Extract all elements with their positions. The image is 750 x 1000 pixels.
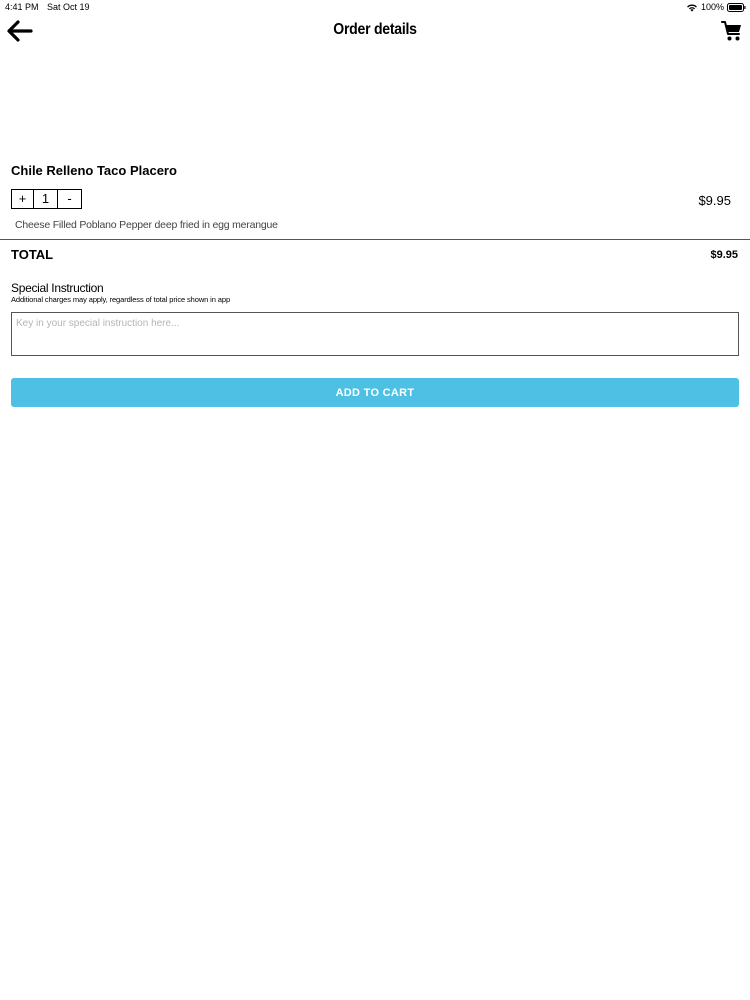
- cart-button[interactable]: [721, 19, 743, 43]
- decrement-button[interactable]: -: [57, 189, 82, 209]
- status-time: 4:41 PM: [5, 2, 39, 12]
- page-title: Order details: [333, 21, 417, 38]
- item-name: Chile Relleno Taco Placero: [11, 163, 177, 178]
- total-label: TOTAL: [11, 247, 54, 262]
- item-description: Cheese Filled Poblano Pepper deep fried …: [15, 219, 278, 231]
- back-arrow-icon: [7, 20, 33, 46]
- status-bar: 4:41 PM Sat Oct 19 100%: [0, 0, 750, 14]
- wifi-icon: [686, 3, 698, 12]
- quantity-stepper: + 1 -: [11, 189, 82, 209]
- add-to-cart-button[interactable]: ADD TO CART: [11, 378, 739, 407]
- special-instruction-note: Additional charges may apply, regardless…: [11, 295, 231, 304]
- nav-bar: Order details: [0, 14, 750, 50]
- divider: [0, 239, 750, 240]
- status-indicators: 100%: [686, 0, 746, 14]
- special-instruction-input[interactable]: [11, 312, 739, 356]
- battery-icon: [727, 2, 746, 12]
- quantity-value: 1: [33, 189, 58, 209]
- special-instruction-title: Special Instruction: [11, 281, 104, 295]
- total-value: $9.95: [710, 249, 738, 261]
- shopping-cart-icon: [721, 21, 743, 47]
- battery-percent: 100%: [700, 2, 724, 12]
- increment-button[interactable]: +: [11, 189, 34, 209]
- item-price: $9.95: [698, 193, 731, 208]
- status-date: Sat Oct 19: [47, 2, 90, 12]
- back-button[interactable]: [7, 20, 35, 44]
